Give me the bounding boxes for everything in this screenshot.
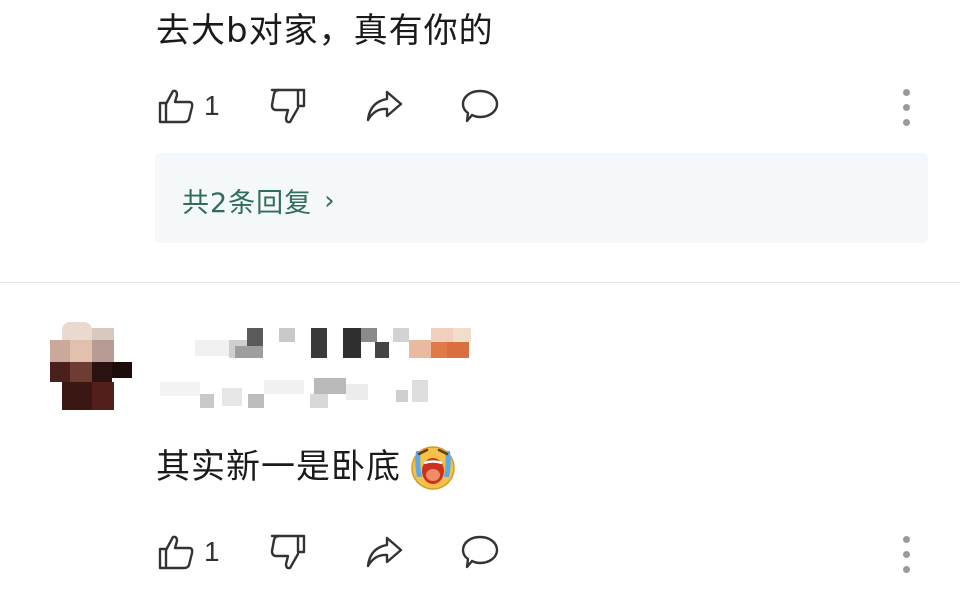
- crying-face-icon: [411, 446, 455, 490]
- share-button[interactable]: [364, 84, 404, 128]
- chevron-right-icon: ›: [324, 185, 336, 216]
- like-button[interactable]: 1: [156, 530, 220, 574]
- replies-panel: 共2条回复 ›: [155, 153, 928, 243]
- share-button[interactable]: [364, 530, 404, 574]
- view-replies-link[interactable]: 共2条回复 ›: [182, 181, 336, 220]
- more-icon[interactable]: [899, 89, 913, 126]
- comment-actions: 1: [156, 84, 500, 128]
- thumbs-up-icon: [158, 89, 194, 124]
- divider: [0, 282, 960, 283]
- avatar[interactable]: [50, 322, 132, 412]
- comment-icon: [461, 89, 498, 123]
- share-icon: [366, 536, 402, 568]
- like-count: 1: [204, 536, 220, 567]
- reply-button[interactable]: [460, 530, 500, 574]
- comment-text: 去大b对家，真有你的: [156, 11, 494, 51]
- dislike-button[interactable]: [268, 530, 308, 574]
- reply-button[interactable]: [460, 84, 500, 128]
- share-icon: [366, 90, 402, 122]
- comment-meta: [160, 376, 460, 412]
- comment-icon: [461, 535, 498, 569]
- comment-body: 其实新一是卧底: [156, 441, 459, 493]
- replies-count-label: 共2条回复: [182, 188, 313, 219]
- username[interactable]: [195, 326, 485, 366]
- like-button[interactable]: 1: [156, 84, 220, 128]
- thumbs-up-icon: [158, 535, 194, 570]
- comment-actions: 1: [156, 530, 500, 574]
- more-icon[interactable]: [899, 536, 913, 573]
- like-count: 1: [204, 90, 220, 121]
- thumbs-down-icon: [270, 534, 305, 570]
- comment-text: 其实新一是卧底: [156, 447, 401, 487]
- thumbs-down-icon: [270, 88, 305, 124]
- dislike-button[interactable]: [268, 84, 308, 128]
